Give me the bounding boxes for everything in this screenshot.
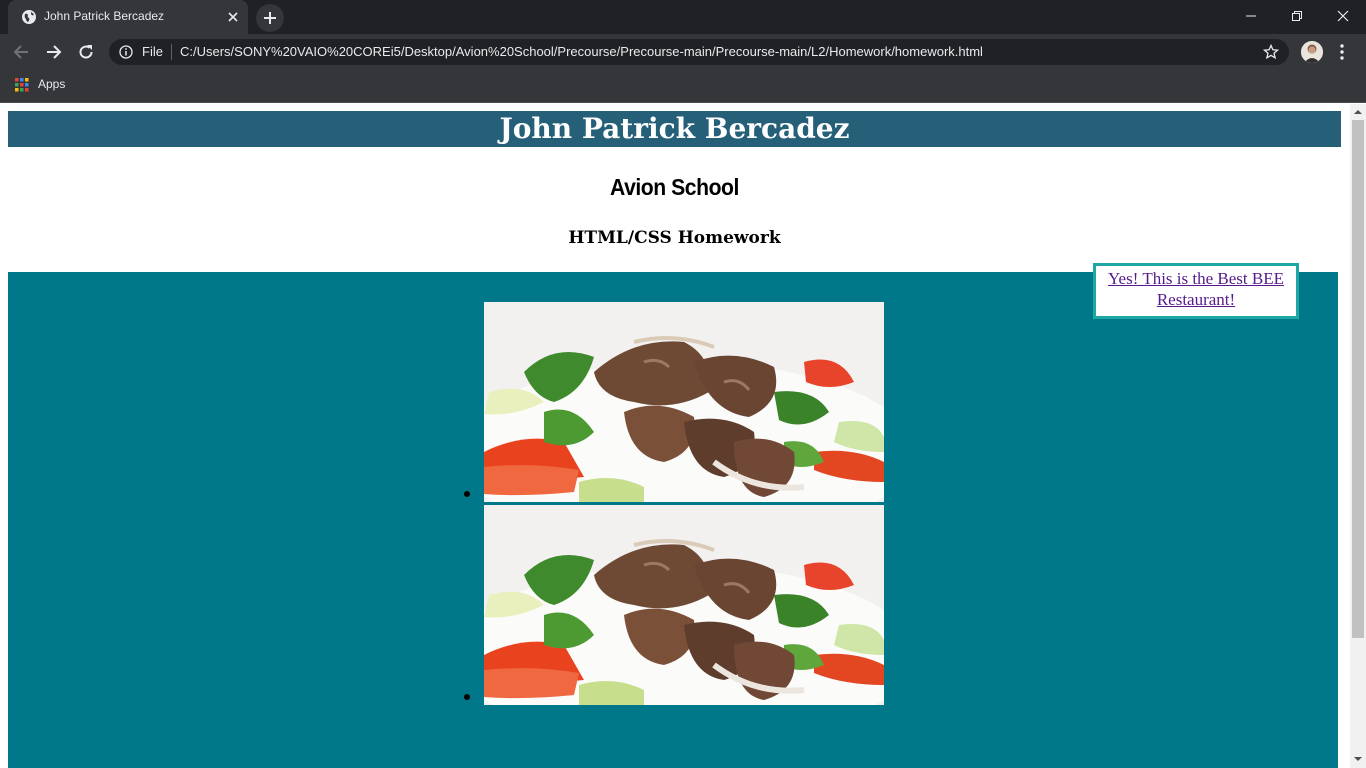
content-section (8, 272, 1338, 768)
address-divider (171, 44, 172, 60)
list-bullet (464, 694, 470, 700)
file-scheme-label: File (142, 44, 163, 59)
browser-toolbar: File C:/Users/SONY%20VAIO%20COREi5/Deskt… (0, 34, 1366, 70)
scroll-down-arrow-icon[interactable] (1354, 755, 1362, 763)
school-name: Avion School (610, 174, 739, 200)
page-viewport: John Patrick Bercadez Avion School HTML/… (0, 104, 1350, 768)
globe-icon (22, 10, 36, 24)
minimize-button[interactable] (1228, 4, 1274, 28)
bee-link-box: Yes! This is the Best BEE Restaurant! (1093, 263, 1299, 319)
reload-button[interactable] (74, 40, 98, 64)
list-item (464, 505, 884, 705)
plus-icon (264, 12, 276, 24)
restore-button[interactable] (1274, 4, 1320, 28)
avatar-icon (1301, 41, 1323, 63)
page-header: John Patrick Bercadez (8, 111, 1341, 147)
info-icon[interactable] (119, 45, 133, 59)
homework-title: HTML/CSS Homework (568, 228, 781, 248)
close-window-button[interactable] (1320, 4, 1366, 28)
address-bar[interactable]: File C:/Users/SONY%20VAIO%20COREi5/Deskt… (109, 39, 1289, 65)
minimize-icon (1246, 15, 1256, 17)
list-bullet (464, 491, 470, 497)
close-icon (1337, 10, 1349, 22)
page-title: John Patrick Bercadez (499, 112, 850, 145)
scroll-up-arrow-icon[interactable] (1354, 108, 1362, 116)
browser-tab-strip: John Patrick Bercadez (0, 0, 1366, 34)
browser-tab[interactable]: John Patrick Bercadez (8, 0, 248, 34)
star-icon[interactable] (1263, 44, 1279, 60)
apps-grid-icon[interactable] (15, 78, 29, 92)
page-scrollbar[interactable] (1350, 104, 1366, 768)
beef-salad-image (484, 302, 884, 502)
arrow-left-icon (13, 45, 28, 59)
profile-avatar[interactable] (1301, 41, 1323, 63)
bee-restaurant-link[interactable]: Yes! This is the Best BEE Restaurant! (1108, 269, 1284, 309)
scrollbar-thumb[interactable] (1352, 120, 1364, 638)
more-menu-icon[interactable] (1334, 42, 1350, 62)
new-tab-button[interactable] (256, 4, 284, 32)
forward-button[interactable] (42, 40, 66, 64)
url-text[interactable]: C:/Users/SONY%20VAIO%20COREi5/Desktop/Av… (180, 44, 983, 59)
list-item (464, 302, 884, 502)
beef-salad-image (484, 505, 884, 705)
reload-icon (79, 45, 93, 59)
tab-title: John Patrick Bercadez (44, 9, 165, 23)
back-button[interactable] (9, 40, 33, 64)
arrow-right-icon (47, 45, 62, 59)
restore-icon (1292, 11, 1302, 21)
bookmarks-bar: Apps (0, 70, 1366, 103)
apps-bookmark[interactable]: Apps (38, 77, 65, 91)
close-tab-icon[interactable] (225, 9, 241, 25)
